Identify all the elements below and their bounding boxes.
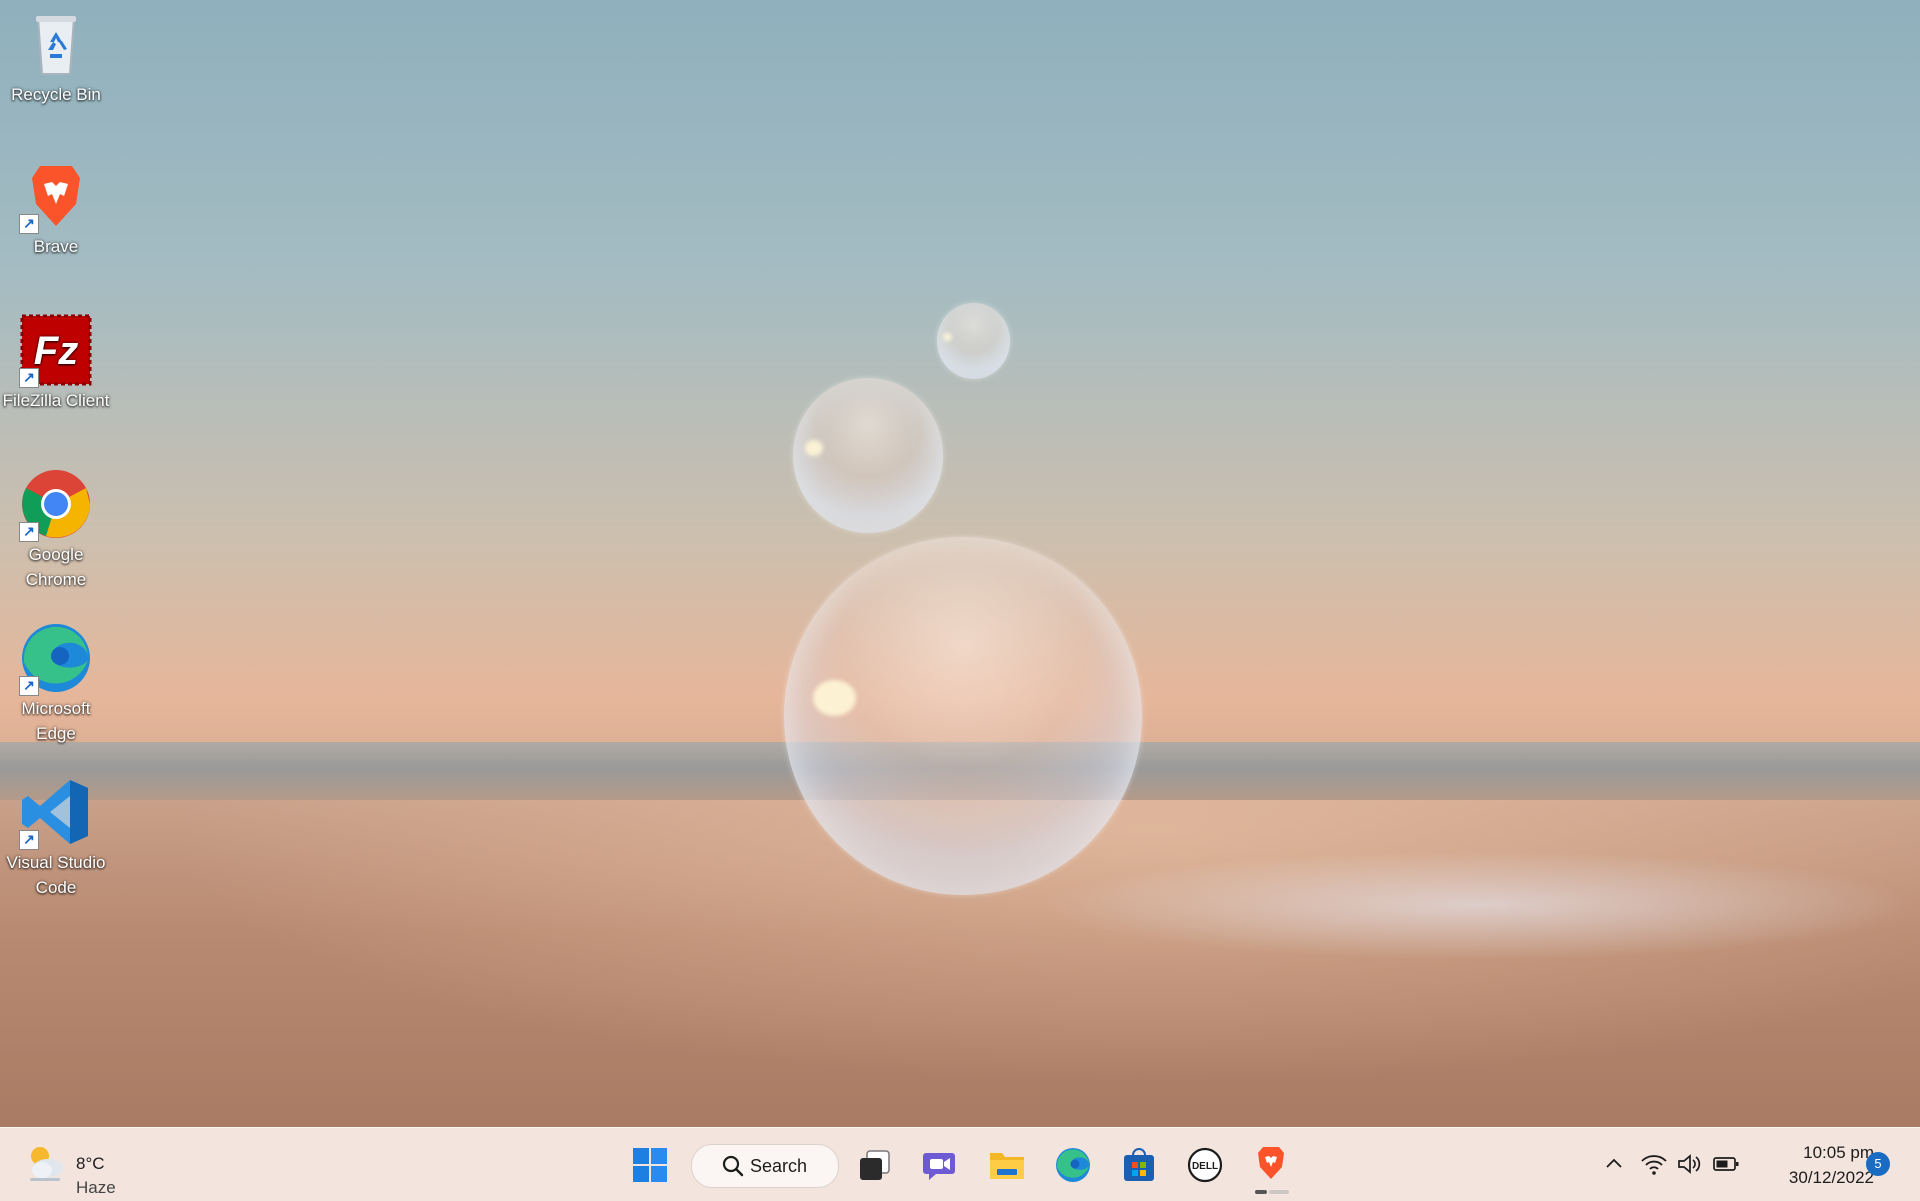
start-icon: [633, 1148, 667, 1182]
start-button[interactable]: [632, 1147, 668, 1183]
desktop-icon-label: Brave: [33, 237, 79, 256]
clock-time: 10:05 pm: [1803, 1143, 1874, 1162]
desktop-icon-label: FileZilla Client: [2, 391, 110, 410]
desktop-icon-recycle-bin[interactable]: Recycle Bin: [2, 8, 110, 107]
brave-taskbar-button[interactable]: [1253, 1145, 1289, 1185]
svg-text:Fz: Fz: [34, 329, 78, 373]
speaker-icon: [1678, 1154, 1701, 1174]
wifi-icon: [1641, 1155, 1667, 1175]
clock-date: 30/12/2022: [1788, 1168, 1874, 1187]
microsoft-store-button[interactable]: [1121, 1147, 1157, 1183]
desktop-wallpaper: Recycle Bin ↗ Brave Fz ↗ FileZilla Clien…: [0, 0, 1920, 1127]
desktop-icon-chrome[interactable]: ↗ Google Chrome: [2, 468, 110, 592]
battery-icon: [1713, 1157, 1739, 1171]
dell-button[interactable]: DELL: [1187, 1147, 1223, 1183]
file-explorer-icon: [990, 1153, 1024, 1179]
shortcut-arrow-icon: ↗: [19, 830, 39, 850]
volume-button[interactable]: [1676, 1152, 1704, 1176]
desktop-icon-filezilla[interactable]: Fz ↗ FileZilla Client: [2, 314, 110, 413]
wallpaper-water-reflection: [1040, 850, 1920, 960]
weather-haze-icon: [30, 1147, 63, 1181]
teams-chat-button[interactable]: [922, 1147, 958, 1183]
desktop-icon-label: Recycle Bin: [11, 85, 101, 104]
running-app-indicator: [1255, 1190, 1267, 1194]
desktop-icon-vscode[interactable]: ↗ Visual Studio Code: [2, 776, 110, 900]
chrome-icon: ↗: [19, 468, 92, 542]
vscode-icon: ↗: [19, 776, 92, 850]
notification-badge[interactable]: 5: [1866, 1152, 1890, 1176]
show-hidden-icons-button[interactable]: [1602, 1152, 1626, 1176]
desktop-icon-label: Google Chrome: [25, 545, 87, 589]
edge-icon: [1056, 1148, 1090, 1182]
desktop-icon-brave[interactable]: ↗ Brave: [2, 160, 110, 259]
task-view-icon: [860, 1150, 890, 1180]
desktop-icon-label: Visual Studio Code: [6, 853, 106, 897]
desktop-icon-edge[interactable]: ↗ Microsoft Edge: [2, 622, 110, 746]
shortcut-arrow-icon: ↗: [19, 368, 39, 388]
teams-chat-icon: [923, 1153, 955, 1180]
search-label: Search: [750, 1156, 808, 1176]
taskbar-search-button[interactable]: Search: [691, 1144, 839, 1188]
glass-sphere-small: [937, 303, 1010, 379]
brave-icon: ↗: [19, 160, 92, 234]
dell-icon: DELL: [1187, 1147, 1223, 1183]
clock-button[interactable]: 10:05 pm 30/12/2022: [1750, 1140, 1874, 1190]
brave-icon: [1258, 1147, 1284, 1179]
glass-sphere-large: [784, 537, 1142, 895]
chevron-up-icon: [1606, 1158, 1622, 1168]
edge-icon: ↗: [19, 622, 92, 696]
task-view-button[interactable]: [857, 1147, 893, 1183]
svg-text:DELL: DELL: [1192, 1161, 1218, 1172]
battery-button[interactable]: [1712, 1152, 1740, 1176]
glass-sphere-medium: [793, 378, 943, 533]
file-explorer-button[interactable]: [988, 1147, 1026, 1183]
recycle-bin-icon: [20, 8, 92, 80]
filezilla-icon: Fz ↗: [19, 314, 92, 388]
taskbar: 8°C Haze Search DELL 10:05 pm 30/12/2022…: [0, 1127, 1920, 1201]
desktop-icon-label: Microsoft Edge: [21, 699, 91, 743]
network-button[interactable]: [1640, 1152, 1668, 1176]
weather-temperature: 8°C: [76, 1154, 105, 1173]
microsoft-store-icon: [1124, 1148, 1154, 1181]
shortcut-arrow-icon: ↗: [19, 214, 39, 234]
running-app-indicator-track: [1269, 1190, 1289, 1194]
search-icon: [722, 1155, 744, 1177]
shortcut-arrow-icon: ↗: [19, 676, 39, 696]
weather-condition: Haze: [76, 1178, 116, 1197]
edge-taskbar-button[interactable]: [1055, 1147, 1091, 1183]
shortcut-arrow-icon: ↗: [19, 522, 39, 542]
